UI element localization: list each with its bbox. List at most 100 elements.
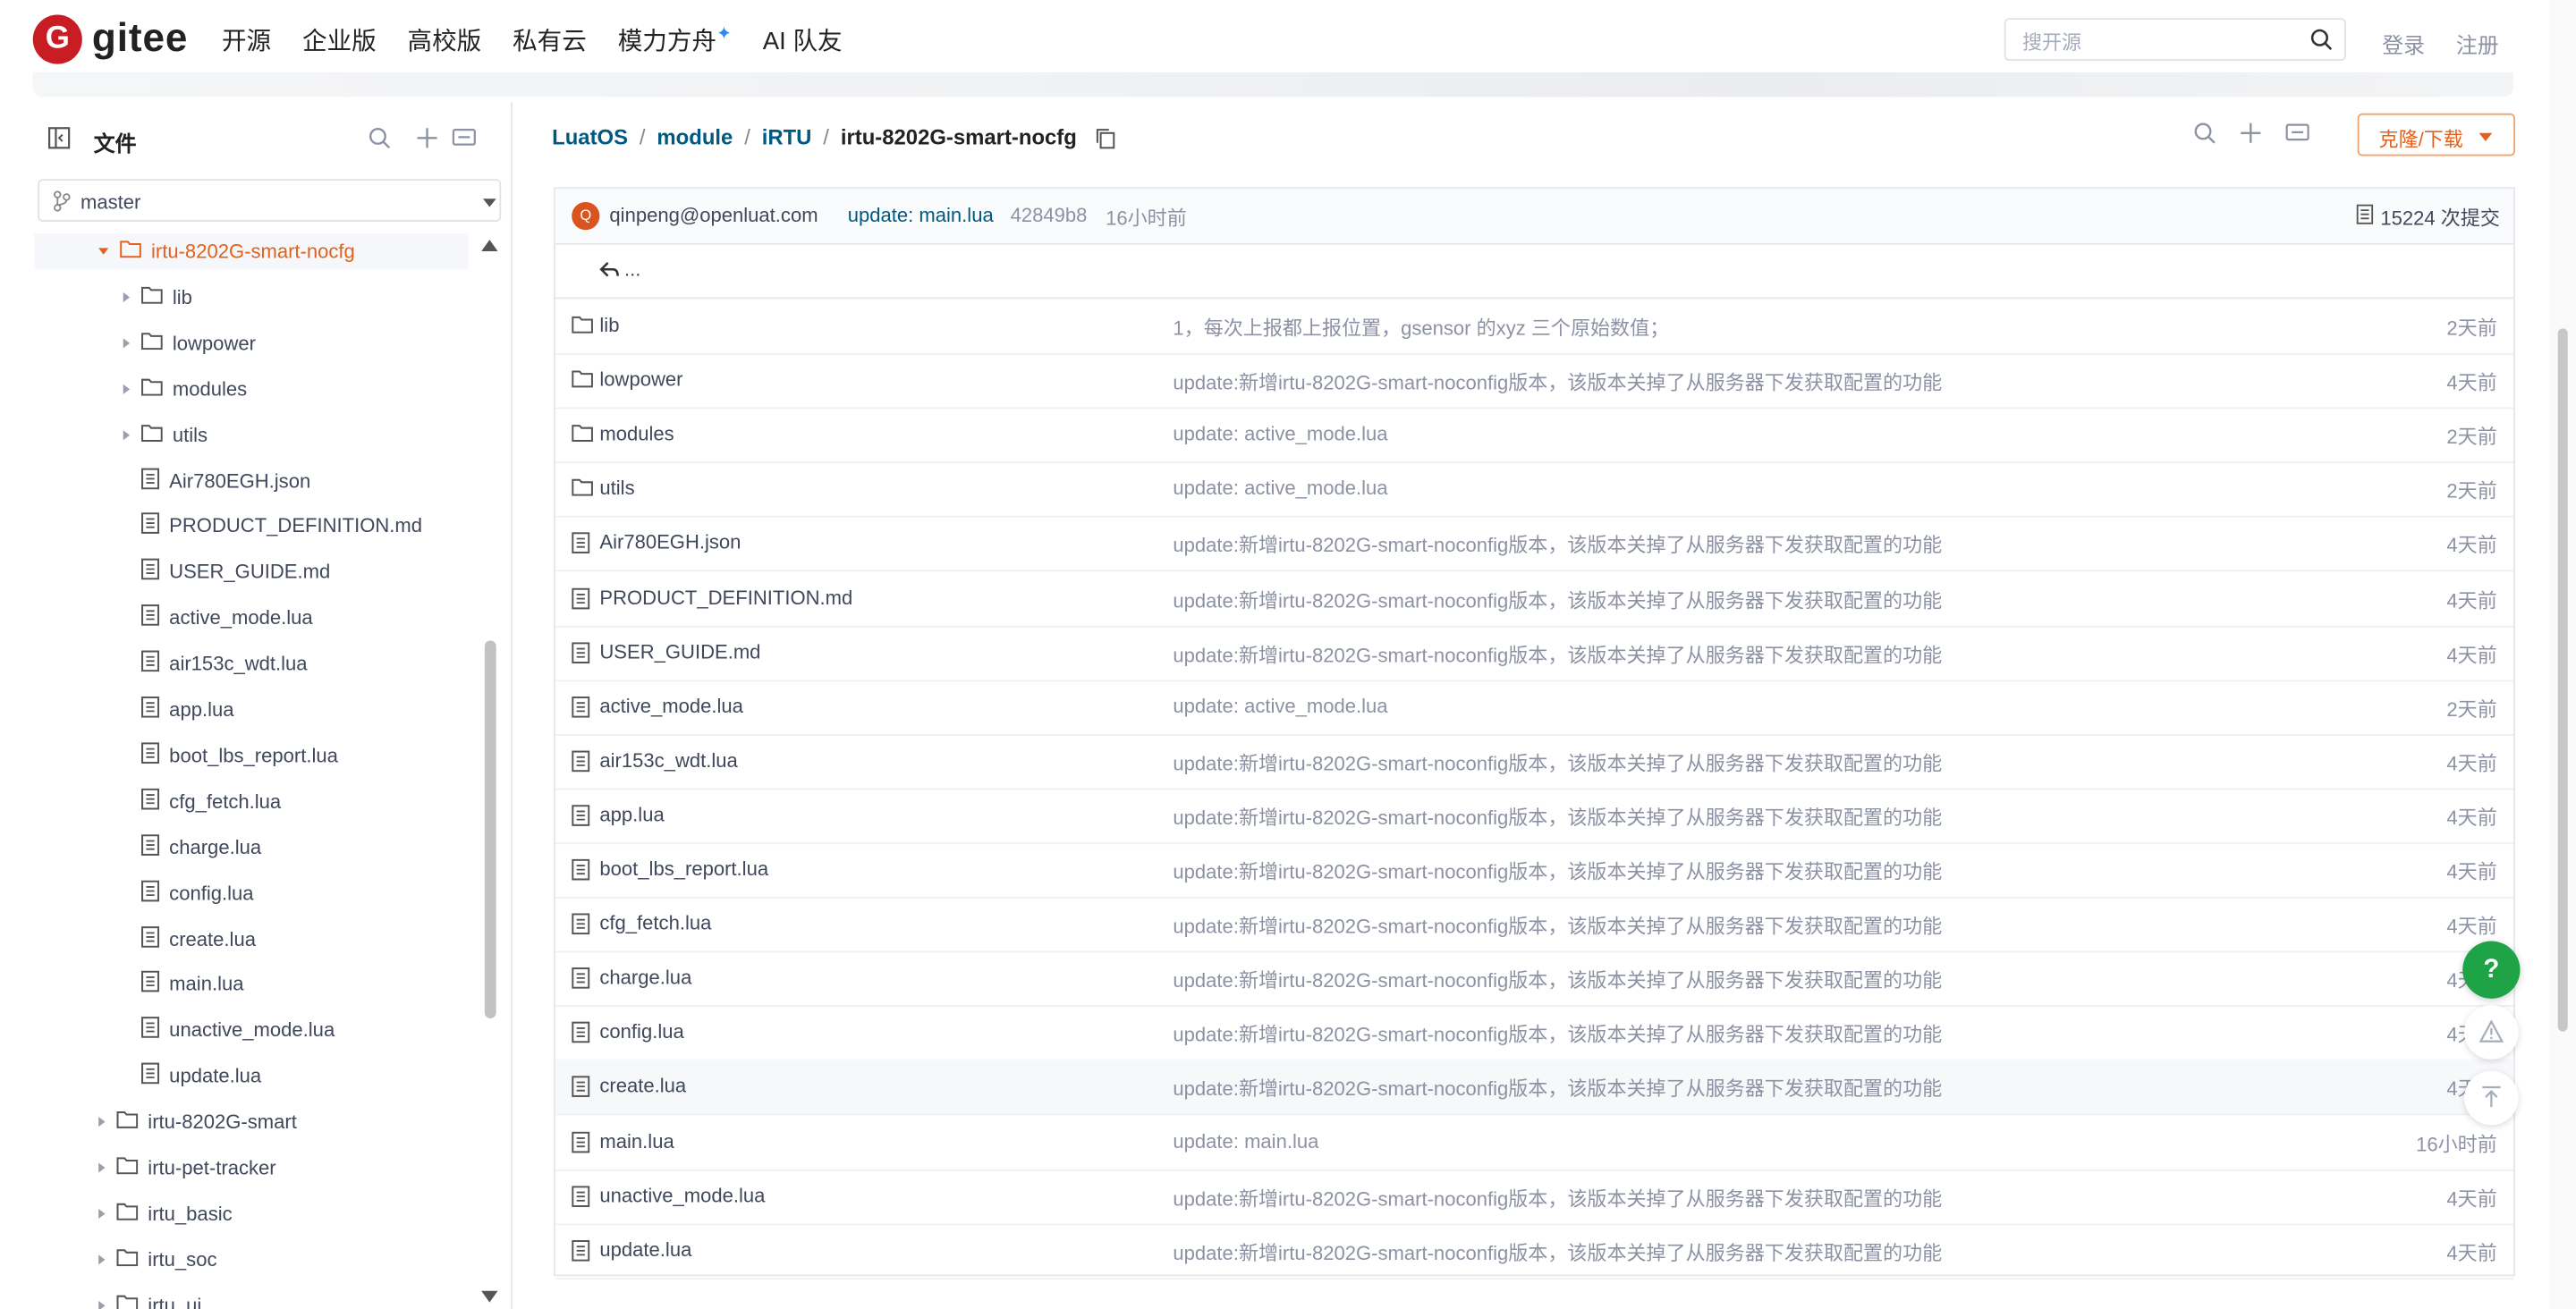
search-icon[interactable] — [2193, 122, 2216, 145]
collapse-arrow-icon[interactable] — [123, 291, 131, 302]
file-row[interactable]: cfg_fetch.lua update:新增irtu-8202G-smart-n… — [555, 897, 2514, 953]
tree-folder-item[interactable]: irtu-8202G-smart — [35, 1104, 469, 1140]
help-button[interactable]: ? — [2462, 941, 2521, 999]
avatar[interactable]: Q — [572, 201, 600, 231]
tree-file-item[interactable]: PRODUCT_DEFINITION.md — [35, 508, 469, 544]
nav-item-moli[interactable]: 模力方舟✦ — [618, 23, 732, 58]
back-to-top-button[interactable] — [2464, 1070, 2519, 1126]
file-commit-message[interactable]: update:新增irtu-8202G-smart-noconfig版本，该版本… — [1173, 803, 1942, 831]
file-row[interactable]: air153c_wdt.lua update:新增irtu-8202G-smart… — [555, 734, 2514, 790]
tree-folder-item[interactable]: lowpower — [35, 325, 469, 360]
nav-item-private-cloud[interactable]: 私有云 — [513, 23, 587, 58]
file-name-link[interactable]: air153c_wdt.lua — [599, 748, 737, 772]
page-scrollbar-thumb[interactable] — [2557, 328, 2568, 1032]
tree-file-item[interactable]: charge.lua — [35, 829, 469, 865]
tree-file-item[interactable]: unactive_mode.lua — [35, 1012, 469, 1048]
collapse-arrow-icon[interactable] — [98, 1162, 106, 1173]
file-commit-message[interactable]: update:新增irtu-8202G-smart-noconfig版本，该版本… — [1173, 748, 1942, 776]
nav-item-open-source[interactable]: 开源 — [222, 23, 271, 58]
tree-file-item[interactable]: config.lua — [35, 874, 469, 910]
tree-scrollbar-thumb[interactable] — [484, 640, 496, 1018]
collapse-arrow-icon[interactable] — [123, 429, 131, 440]
file-row[interactable]: utils update: active_mode.lua 2天前 — [555, 462, 2514, 519]
file-row[interactable]: USER_GUIDE.md update:新增irtu-8202G-smart-n… — [555, 625, 2514, 681]
nav-item-enterprise[interactable]: 企业版 — [302, 23, 377, 58]
file-row[interactable]: PRODUCT_DEFINITION.md update:新增irtu-8202G… — [555, 570, 2514, 627]
collapse-arrow-icon[interactable] — [123, 384, 131, 394]
collapse-arrow-icon[interactable] — [98, 1254, 106, 1265]
search-icon[interactable] — [2309, 28, 2333, 51]
commit-author[interactable]: qinpeng@openluat.com — [609, 204, 818, 227]
file-commit-message[interactable]: update:新增irtu-8202G-smart-noconfig版本，该版本… — [1173, 966, 1942, 993]
tree-folder-item[interactable]: irtu-pet-tracker — [35, 1150, 469, 1186]
breadcrumb-luatos[interactable]: LuatOS — [552, 125, 628, 150]
file-name-link[interactable]: lib — [599, 314, 619, 337]
expand-arrow-icon[interactable] — [98, 248, 109, 255]
file-name-link[interactable]: cfg_fetch.lua — [599, 912, 711, 935]
tree-folder-item[interactable]: utils — [35, 417, 469, 452]
tree-file-item[interactable]: USER_GUIDE.md — [35, 554, 469, 590]
search-input[interactable]: 搜开源 — [2004, 18, 2346, 61]
file-commit-message[interactable]: update:新增irtu-8202G-smart-noconfig版本，该版本… — [1173, 368, 1942, 396]
tree-folder-item[interactable]: irtu-8202G-smart-nocfg — [34, 232, 469, 270]
branch-select[interactable]: master — [38, 179, 502, 222]
file-commit-message[interactable]: update:新增irtu-8202G-smart-noconfig版本，该版本… — [1173, 1075, 1942, 1102]
file-name-link[interactable]: boot_lbs_report.lua — [599, 857, 768, 881]
page-scrollbar[interactable] — [2549, 0, 2576, 1309]
gitee-logo[interactable]: G gitee — [32, 14, 189, 64]
file-name-link[interactable]: unactive_mode.lua — [599, 1184, 765, 1207]
collapse-arrow-icon[interactable] — [123, 338, 131, 349]
web-ide-icon[interactable] — [2285, 122, 2310, 145]
tree-file-item[interactable]: boot_lbs_report.lua — [35, 738, 469, 773]
scroll-up-arrow-icon[interactable] — [481, 240, 498, 252]
clone-download-button[interactable]: 克隆/下载 — [2357, 113, 2515, 156]
tree-file-item[interactable]: create.lua — [35, 921, 469, 957]
file-commit-message[interactable]: update: active_mode.lua — [1173, 694, 1387, 717]
web-ide-icon[interactable] — [452, 126, 477, 149]
file-name-link[interactable]: PRODUCT_DEFINITION.md — [599, 586, 852, 609]
tree-folder-item[interactable]: lib — [35, 279, 469, 315]
tree-file-item[interactable]: app.lua — [35, 691, 469, 727]
file-commit-message[interactable]: update:新增irtu-8202G-smart-noconfig版本，该版本… — [1173, 531, 1942, 559]
add-file-icon[interactable] — [416, 126, 439, 149]
breadcrumb-module[interactable]: module — [657, 125, 733, 150]
login-link[interactable]: 登录 — [2382, 28, 2425, 59]
file-name-link[interactable]: USER_GUIDE.md — [599, 640, 760, 663]
tree-file-item[interactable]: cfg_fetch.lua — [35, 783, 469, 819]
add-icon[interactable] — [2239, 122, 2262, 145]
file-commit-message[interactable]: update:新增irtu-8202G-smart-noconfig版本，该版本… — [1173, 586, 1942, 613]
file-commit-message[interactable]: update:新增irtu-8202G-smart-noconfig版本，该版本… — [1173, 1237, 1942, 1265]
file-row[interactable]: main.lua update: main.lua 16小时前 — [555, 1114, 2514, 1170]
file-commit-message[interactable]: update:新增irtu-8202G-smart-noconfig版本，该版本… — [1173, 640, 1942, 668]
collapse-panel-icon[interactable] — [47, 126, 71, 149]
tree-file-item[interactable]: active_mode.lua — [35, 600, 469, 636]
file-row[interactable]: charge.lua update:新增irtu-8202G-smart-noco… — [555, 951, 2514, 1008]
file-row[interactable]: config.lua update:新增irtu-8202G-smart-noco… — [555, 1006, 2514, 1062]
tree-file-item[interactable]: main.lua — [35, 967, 469, 1002]
tree-folder-item[interactable]: irtu_soc — [35, 1241, 469, 1277]
file-name-link[interactable]: create.lua — [599, 1075, 686, 1098]
commit-hash[interactable]: 42849b8 — [1011, 204, 1088, 227]
file-name-link[interactable]: config.lua — [599, 1020, 683, 1043]
tree-folder-item[interactable]: irtu_ui — [35, 1288, 469, 1309]
file-row[interactable]: create.lua update:新增irtu-8202G-smart-noco… — [555, 1060, 2514, 1116]
tree-scrollbar[interactable] — [481, 240, 498, 1309]
file-name-link[interactable]: modules — [599, 422, 674, 445]
file-commit-message[interactable]: update: active_mode.lua — [1173, 477, 1387, 500]
commit-count[interactable]: 15224 次提交 — [2380, 204, 2500, 232]
tree-file-item[interactable]: update.lua — [35, 1058, 469, 1094]
file-commit-message[interactable]: update: active_mode.lua — [1173, 422, 1387, 445]
tree-file-item[interactable]: Air780EGH.json — [35, 462, 469, 498]
scroll-down-arrow-icon[interactable] — [481, 1290, 498, 1303]
parent-directory-row[interactable]: ... — [555, 245, 2514, 300]
file-name-link[interactable]: charge.lua — [599, 966, 691, 989]
collapse-arrow-icon[interactable] — [98, 1117, 106, 1127]
file-commit-message[interactable]: update:新增irtu-8202G-smart-noconfig版本，该版本… — [1173, 1184, 1942, 1212]
file-row[interactable]: boot_lbs_report.lua update:新增irtu-8202G-s… — [555, 842, 2514, 899]
file-commit-message[interactable]: update:新增irtu-8202G-smart-noconfig版本，该版本… — [1173, 912, 1942, 940]
tree-folder-item[interactable]: irtu_basic — [35, 1195, 469, 1231]
file-commit-message[interactable]: update:新增irtu-8202G-smart-noconfig版本，该版本… — [1173, 857, 1942, 885]
file-name-link[interactable]: main.lua — [599, 1129, 674, 1153]
file-row[interactable]: unactive_mode.lua update:新增irtu-8202G-sma… — [555, 1169, 2514, 1225]
register-link[interactable]: 注册 — [2456, 28, 2499, 59]
